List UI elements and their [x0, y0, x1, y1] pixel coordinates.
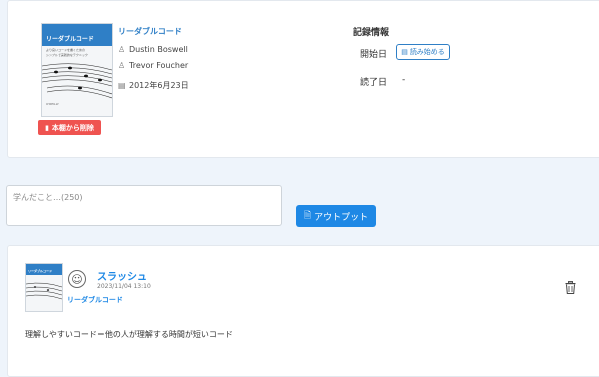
- cover-title: リーダブルコード: [46, 36, 94, 43]
- delete-post-icon[interactable]: [565, 281, 576, 297]
- user-icon: ♙: [118, 61, 126, 70]
- book-title-link[interactable]: リーダブルコード: [118, 26, 182, 37]
- end-date-value: -: [402, 75, 406, 85]
- sheet-music-art: [42, 63, 112, 99]
- start-reading-button[interactable]: ▤ 読み始める: [396, 44, 450, 60]
- author-name: Dustin Boswell: [129, 45, 188, 54]
- user-icon: ♙: [118, 45, 126, 54]
- end-date-label: 読了日: [360, 78, 388, 88]
- cover-publisher: O'REILLY: [46, 102, 59, 106]
- cover-subtitle-2: シンプルで実践的なテクニック: [46, 53, 88, 57]
- file-icon: 🗎: [303, 211, 312, 221]
- trash-icon: ▮: [45, 123, 49, 132]
- cover-title: リーダブルコード: [28, 269, 52, 273]
- smile-icon: ☺: [71, 272, 83, 286]
- post-book-link[interactable]: リーダブルコード: [67, 295, 123, 305]
- learned-input[interactable]: [6, 185, 282, 226]
- output-label: アウトプット: [314, 212, 369, 223]
- calendar-icon: ▤: [401, 48, 408, 56]
- publish-date: 2012年6月23日: [129, 81, 189, 90]
- author-line: ♙ Dustin Boswell: [118, 45, 188, 54]
- user-avatar[interactable]: ☺: [68, 270, 86, 288]
- post-timestamp: 2023/11/04 13:10: [97, 283, 151, 290]
- output-button[interactable]: 🗎 アウトプット: [296, 205, 376, 227]
- record-heading: 記録情報: [353, 28, 390, 38]
- sheet-music-art: [26, 282, 62, 300]
- output-post-card: リーダブルコード ☺ スラッシュ 2023/11/04 13:10 リーダブルコ…: [7, 245, 599, 377]
- remove-label: 本棚から削除: [51, 123, 94, 132]
- post-text: 理解しやすいコード＝他の人が理解する時間が短いコード: [25, 330, 233, 339]
- remove-from-shelf-button[interactable]: ▮ 本棚から削除: [38, 120, 101, 135]
- post-user-name[interactable]: スラッシュ: [97, 268, 147, 283]
- author-line: ♙ Trevor Foucher: [118, 61, 188, 70]
- author-name: Trevor Foucher: [129, 61, 189, 70]
- start-date-label: 開始日: [360, 50, 388, 60]
- post-book-cover[interactable]: リーダブルコード: [25, 263, 63, 312]
- publish-date-line: ▤ 2012年6月23日: [118, 80, 189, 91]
- start-reading-label: 読み始める: [409, 48, 445, 56]
- cover-subtitle: より良いコードを書くための: [46, 48, 85, 52]
- book-cover-image[interactable]: リーダブルコード より良いコードを書くための シンプルで実践的なテクニック O'…: [41, 23, 113, 117]
- trash-icon: [565, 281, 576, 294]
- calendar-icon: ▤: [118, 81, 126, 90]
- book-card: リーダブルコード より良いコードを書くための シンプルで実践的なテクニック O'…: [7, 0, 599, 158]
